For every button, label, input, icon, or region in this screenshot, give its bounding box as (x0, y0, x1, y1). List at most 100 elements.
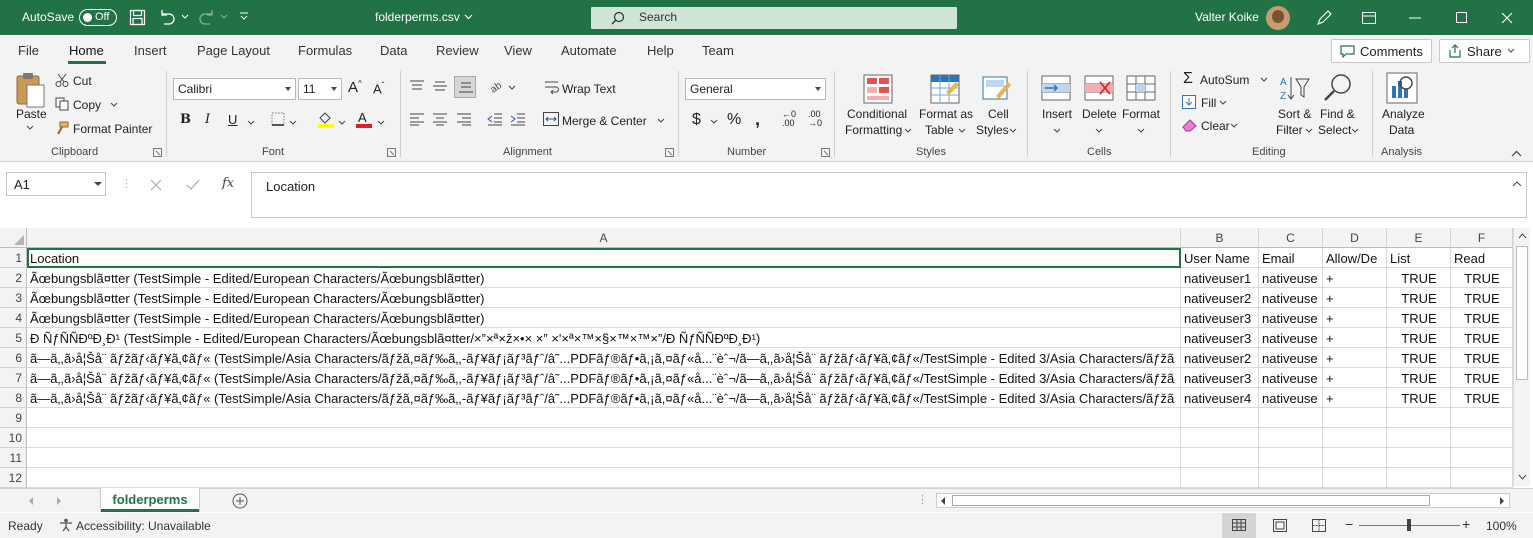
cell-e12[interactable] (1387, 468, 1451, 488)
save-icon[interactable] (129, 9, 146, 26)
cell-f1[interactable]: Read (1451, 248, 1513, 268)
share-button[interactable]: Share (1439, 39, 1530, 63)
number-format-select[interactable]: General (685, 78, 826, 100)
cell-e6[interactable]: TRUE (1387, 348, 1451, 368)
percent-icon[interactable]: % (727, 111, 741, 129)
cell-b9[interactable] (1181, 408, 1259, 428)
autosum-icon[interactable]: Σ (1183, 70, 1193, 88)
cell-b11[interactable] (1181, 448, 1259, 468)
cell-a10[interactable] (27, 428, 1181, 448)
cell-a4[interactable]: Ãœbungsblã¤tter (TestSimple - Edited/Eur… (27, 308, 1181, 328)
row-header[interactable]: 1 (0, 248, 27, 268)
analyze-data-label-1[interactable]: Analyze (1382, 107, 1425, 121)
cell-f2[interactable]: TRUE (1451, 268, 1513, 288)
decrease-decimal-icon[interactable]: .00 →0 (808, 110, 822, 128)
cell-c8[interactable]: nativeuse (1259, 388, 1323, 408)
cell-d9[interactable] (1323, 408, 1387, 428)
column-header-f[interactable]: F (1451, 228, 1513, 248)
column-header-a[interactable]: A (27, 228, 1181, 248)
avatar[interactable] (1266, 6, 1290, 30)
cell-c7[interactable]: nativeuse (1259, 368, 1323, 388)
user-name[interactable]: Valter Koike (1195, 10, 1259, 24)
cell-styles-label-1[interactable]: Cell (988, 107, 1009, 121)
cell-b6[interactable]: nativeuser2 (1181, 348, 1259, 368)
minimize-button[interactable] (1392, 0, 1438, 35)
analyze-data-label-2[interactable]: Data (1389, 123, 1414, 137)
cell-d5[interactable]: + (1323, 328, 1387, 348)
format-painter-label[interactable]: Format Painter (73, 122, 152, 136)
cell-f3[interactable]: TRUE (1451, 288, 1513, 308)
tab-insert[interactable]: Insert (134, 43, 167, 58)
italic-button[interactable]: I (205, 112, 210, 127)
find-select-label-2[interactable]: Select (1318, 123, 1351, 137)
undo-icon[interactable] (158, 9, 176, 26)
cell-b8[interactable]: nativeuser4 (1181, 388, 1259, 408)
customize-qat-icon[interactable] (239, 12, 249, 22)
select-all-corner[interactable] (0, 228, 27, 248)
cell-d4[interactable]: + (1323, 308, 1387, 328)
insert-function-icon[interactable]: fx (222, 176, 234, 191)
row-header[interactable]: 3 (0, 288, 27, 308)
bold-button[interactable]: B (180, 112, 191, 127)
zoom-out-icon[interactable]: − (1345, 516, 1353, 532)
cell-b3[interactable]: nativeuser2 (1181, 288, 1259, 308)
row-header[interactable]: 11 (0, 448, 27, 468)
cell-f9[interactable] (1451, 408, 1513, 428)
merge-center-label[interactable]: Merge & Center (562, 114, 647, 128)
tab-review[interactable]: Review (436, 43, 479, 58)
cell-e11[interactable] (1387, 448, 1451, 468)
autosum-label[interactable]: AutoSum (1200, 73, 1249, 87)
cell-c5[interactable]: nativeuse (1259, 328, 1323, 348)
cell-d7[interactable]: + (1323, 368, 1387, 388)
delete-label[interactable]: Delete (1082, 107, 1117, 121)
align-bottom-button[interactable] (454, 76, 476, 98)
cell-a1[interactable]: Location (27, 248, 1181, 268)
cell-c10[interactable] (1259, 428, 1323, 448)
cell-b7[interactable]: nativeuser3 (1181, 368, 1259, 388)
comma-style-icon[interactable]: , (755, 109, 760, 130)
name-box[interactable]: A1 (6, 172, 106, 196)
cell-b12[interactable] (1181, 468, 1259, 488)
cell-e3[interactable]: TRUE (1387, 288, 1451, 308)
zoom-slider-handle[interactable] (1407, 519, 1411, 531)
cell-c9[interactable] (1259, 408, 1323, 428)
cell-b4[interactable]: nativeuser3 (1181, 308, 1259, 328)
tab-file[interactable]: File (18, 43, 39, 58)
row-header[interactable]: 7 (0, 368, 27, 388)
row-header[interactable]: 8 (0, 388, 27, 408)
zoom-in-icon[interactable]: + (1462, 516, 1470, 532)
pen-icon[interactable] (1315, 9, 1333, 27)
cell-c11[interactable] (1259, 448, 1323, 468)
cell-c2[interactable]: nativeuse (1259, 268, 1323, 288)
tab-page-layout[interactable]: Page Layout (197, 43, 270, 58)
cell-a11[interactable] (27, 448, 1181, 468)
cell-d2[interactable]: + (1323, 268, 1387, 288)
cut-label[interactable]: Cut (73, 74, 92, 88)
cell-a5[interactable]: Ð ÑƒÑÑÐºÐ¸Ð¹ (TestSimple - Edited/Europe… (27, 328, 1181, 348)
row-header[interactable]: 9 (0, 408, 27, 428)
horizontal-scrollbar[interactable] (936, 493, 1510, 508)
zoom-level[interactable]: 100% (1486, 519, 1517, 533)
row-header[interactable]: 5 (0, 328, 27, 348)
decrease-font-icon[interactable]: Aˇ (373, 81, 384, 96)
sheet-tab-folderperms[interactable]: folderperms (101, 488, 199, 512)
tab-view[interactable]: View (504, 43, 532, 58)
tab-home[interactable]: Home (69, 43, 104, 58)
format-as-table-label-2[interactable]: Table (925, 123, 954, 137)
formula-input[interactable]: Location (251, 172, 1527, 218)
ribbon-display-button[interactable] (1346, 0, 1392, 35)
maximize-button[interactable] (1438, 0, 1484, 35)
cell-a3[interactable]: Ãœbungsblã¤tter (TestSimple - Edited/Eur… (27, 288, 1181, 308)
cell-styles-label-2[interactable]: Styles (976, 123, 1009, 137)
insert-label[interactable]: Insert (1042, 107, 1072, 121)
paste-label[interactable]: Paste (16, 107, 47, 121)
cell-d12[interactable] (1323, 468, 1387, 488)
cell-d6[interactable]: + (1323, 348, 1387, 368)
column-header-b[interactable]: B (1181, 228, 1259, 248)
row-header[interactable]: 4 (0, 308, 27, 328)
cell-c12[interactable] (1259, 468, 1323, 488)
vertical-scroll-thumb[interactable] (1516, 246, 1528, 380)
underline-button[interactable]: U (228, 112, 237, 127)
row-header[interactable]: 2 (0, 268, 27, 288)
cell-e5[interactable]: TRUE (1387, 328, 1451, 348)
